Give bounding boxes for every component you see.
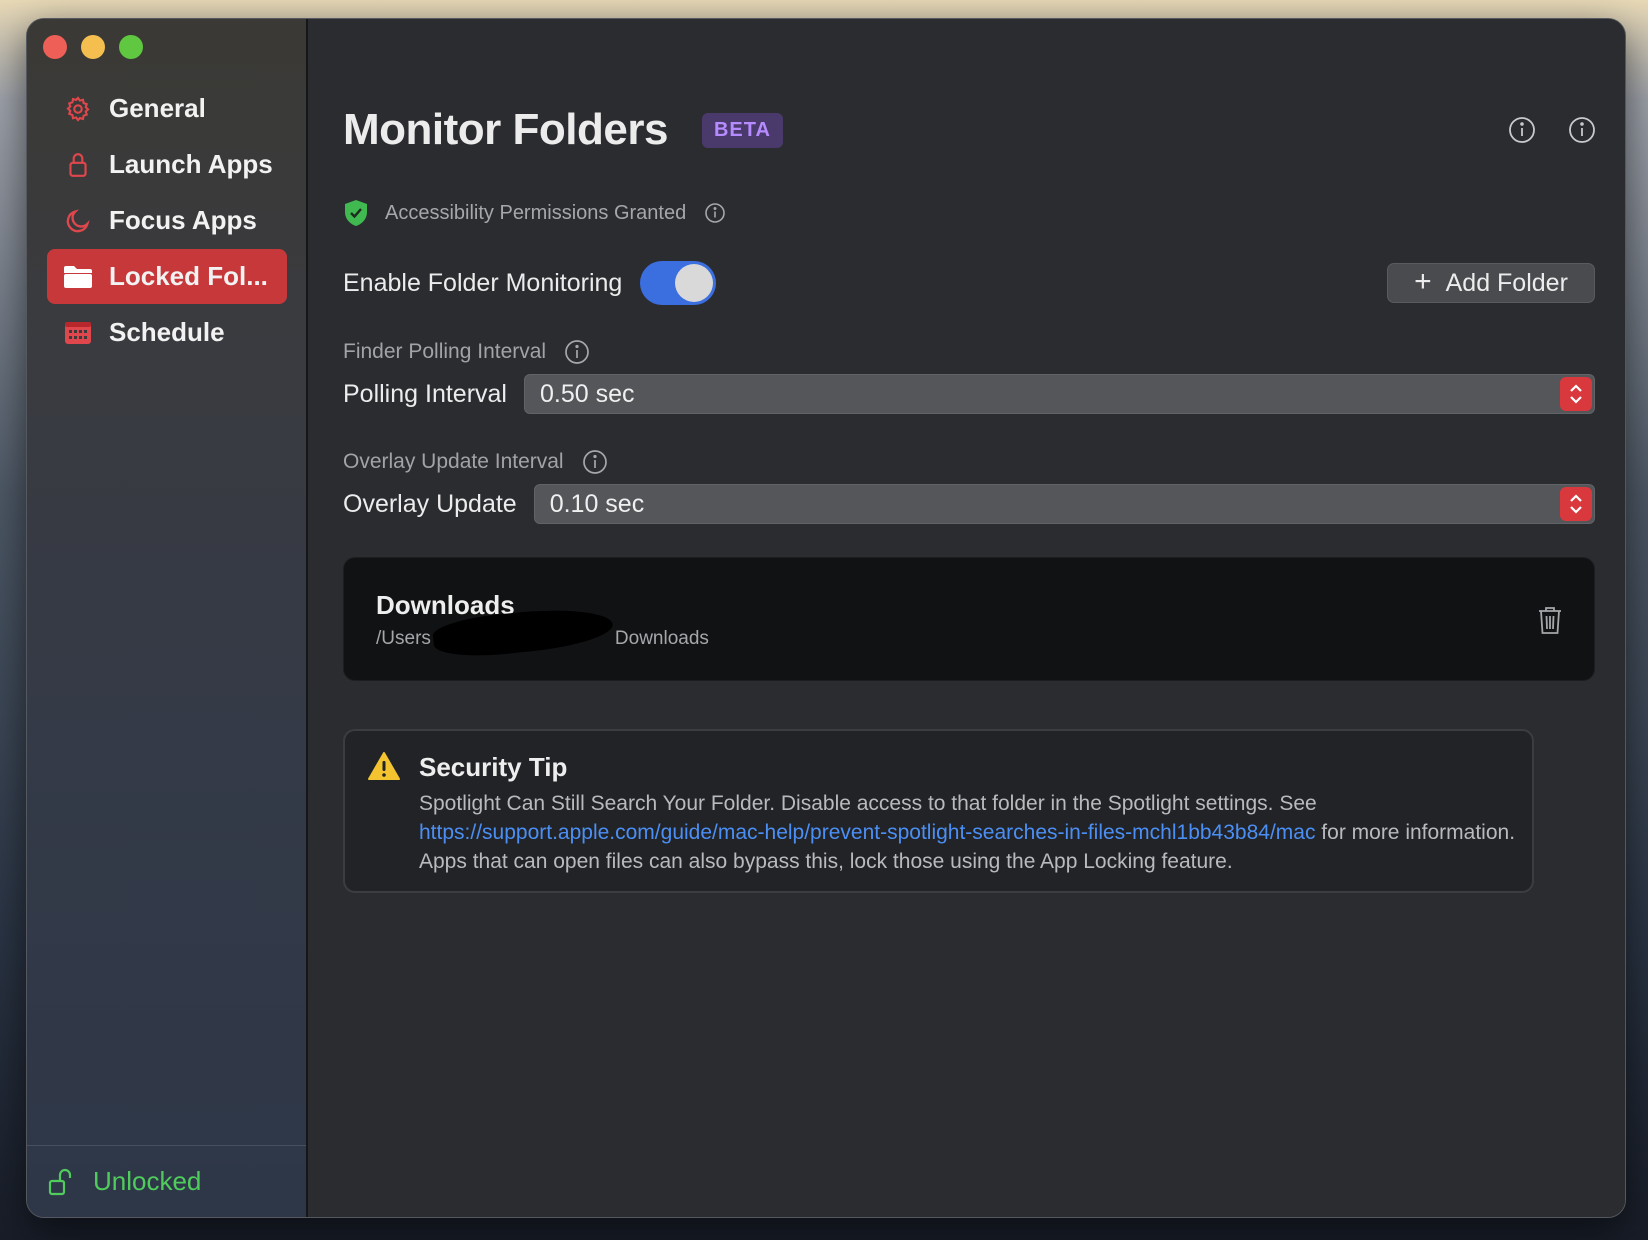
window-controls (43, 35, 143, 59)
info-icon[interactable] (582, 449, 608, 475)
zoom-window-button[interactable] (119, 35, 143, 59)
permissions-text: Accessibility Permissions Granted (385, 201, 687, 224)
info-icon[interactable] (704, 202, 726, 224)
monitoring-toggle[interactable] (640, 261, 717, 305)
title-row: Monitor Folders BETA (343, 105, 783, 155)
lock-icon (63, 150, 93, 180)
sidebar-item-label: Launch Apps (109, 149, 273, 179)
page-title: Monitor Folders (343, 105, 668, 154)
sidebar-item-launch-apps[interactable]: Launch Apps (47, 137, 287, 192)
sidebar-item-locked-folders[interactable]: Locked Fol... (47, 249, 287, 304)
close-window-button[interactable] (43, 35, 67, 59)
sidebar-item-focus-apps[interactable]: Focus Apps (47, 193, 287, 248)
overlay-value: 0.10 sec (549, 489, 645, 518)
calendar-icon (63, 318, 93, 348)
beta-badge: BETA (701, 112, 783, 148)
folder-path-suffix: Downloads (614, 628, 709, 650)
folder-list-item[interactable]: Downloads /Users Downloads (343, 557, 1595, 681)
overlay-update-select[interactable]: 0.10 sec (533, 484, 1595, 524)
folder-path-prefix: /Users (376, 628, 431, 650)
sidebar: General Launch Apps Focus Apps Locked Fo… (27, 19, 308, 1217)
toggle-knob (675, 264, 714, 302)
lock-status-label: Unlocked (93, 1166, 202, 1196)
chevron-up-down-icon[interactable] (1560, 377, 1592, 411)
permissions-status: Accessibility Permissions Granted (343, 199, 726, 227)
polling-interval-select[interactable]: 0.50 sec (523, 374, 1595, 414)
security-tip-title: Security Tip (419, 752, 568, 782)
polling-row: Polling Interval 0.50 sec (343, 374, 1595, 414)
security-tip: Security Tip Spotlight Can Still Search … (343, 729, 1534, 893)
add-folder-button[interactable]: + Add Folder (1387, 263, 1595, 303)
trash-icon[interactable] (1536, 604, 1564, 636)
gear-icon (63, 94, 93, 124)
main-content: Monitor Folders BETA Accessibility Permi… (310, 19, 1625, 1217)
info-icon[interactable] (1567, 115, 1597, 145)
moon-icon (63, 206, 93, 236)
app-window: General Launch Apps Focus Apps Locked Fo… (26, 18, 1626, 1218)
polling-section-text: Finder Polling Interval (343, 340, 547, 363)
chevron-up-down-icon[interactable] (1560, 487, 1592, 521)
monitoring-label: Enable Folder Monitoring (343, 268, 623, 297)
sidebar-item-label: General (109, 93, 206, 123)
folder-path: /Users Downloads (376, 602, 709, 662)
polling-section-label: Finder Polling Interval (343, 339, 590, 365)
overlay-section-text: Overlay Update Interval (343, 450, 564, 473)
sidebar-item-label: Focus Apps (109, 205, 257, 235)
sidebar-nav: General Launch Apps Focus Apps Locked Fo… (47, 81, 287, 361)
overlay-row: Overlay Update 0.10 sec (343, 484, 1595, 524)
spotlight-help-link[interactable]: https://support.apple.com/guide/mac-help… (419, 821, 1315, 844)
info-icon[interactable] (1507, 115, 1537, 145)
overlay-section-label: Overlay Update Interval (343, 449, 608, 475)
monitoring-row: Enable Folder Monitoring (343, 261, 717, 305)
security-tip-text-before: Spotlight Can Still Search Your Folder. … (419, 792, 1317, 815)
sidebar-item-label: Schedule (109, 317, 225, 347)
warning-icon (367, 751, 401, 781)
folder-icon (63, 262, 93, 292)
info-icon[interactable] (564, 339, 590, 365)
sidebar-item-general[interactable]: General (47, 81, 287, 136)
lock-status[interactable]: Unlocked (27, 1145, 306, 1217)
unlock-icon (47, 1167, 77, 1197)
minimize-window-button[interactable] (81, 35, 105, 59)
shield-check-icon (343, 199, 369, 227)
overlay-label: Overlay Update (343, 489, 517, 518)
polling-label: Polling Interval (343, 379, 507, 408)
sidebar-item-label: Locked Fol... (109, 261, 268, 291)
plus-icon: + (1414, 265, 1432, 298)
add-folder-label: Add Folder (1445, 268, 1568, 297)
security-tip-text: Spotlight Can Still Search Your Folder. … (419, 789, 1516, 876)
polling-value: 0.50 sec (539, 379, 635, 408)
sidebar-item-schedule[interactable]: Schedule (47, 305, 287, 360)
